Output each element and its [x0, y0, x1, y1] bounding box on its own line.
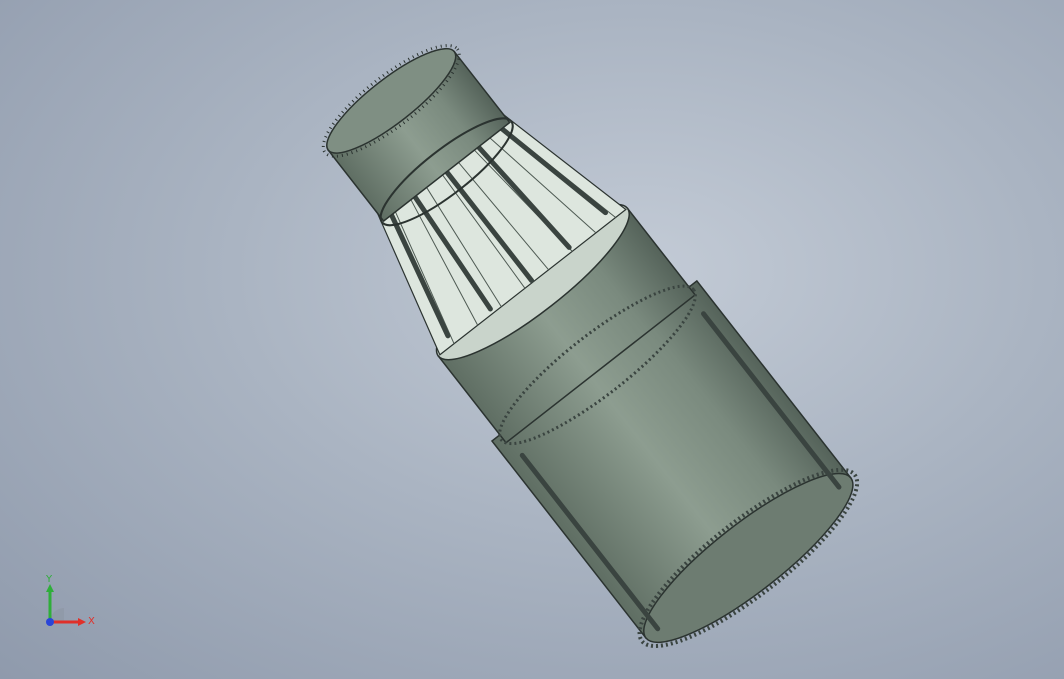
y-axis-label: Y — [46, 574, 53, 585]
axis-triad: Y X — [36, 574, 106, 638]
nozzle-model[interactable] — [0, 0, 1064, 679]
3d-viewport[interactable]: Y X — [0, 0, 1064, 679]
z-axis-icon — [46, 618, 54, 626]
x-axis-label: X — [88, 616, 95, 627]
